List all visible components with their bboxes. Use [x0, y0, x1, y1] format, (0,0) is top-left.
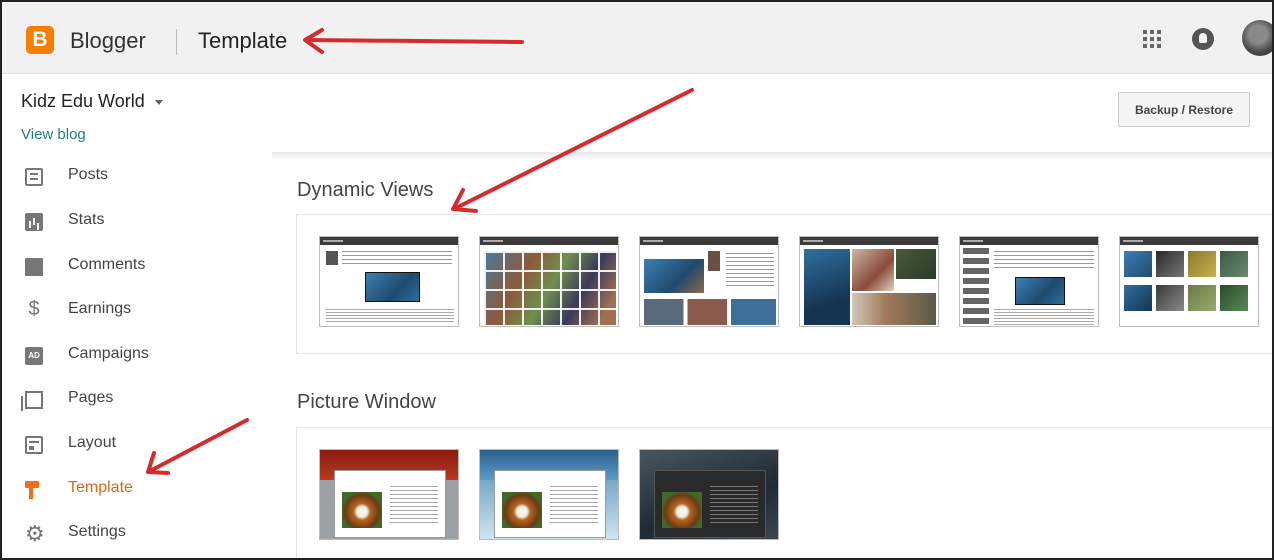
layout-icon: [25, 436, 43, 454]
sidebar-item-comments[interactable]: Comments: [2, 246, 262, 286]
comments-icon: [25, 258, 43, 276]
pages-icon: [21, 391, 43, 411]
sidebar-item-stats[interactable]: Stats: [2, 201, 262, 241]
sidebar-item-settings[interactable]: ⚙ Settings: [2, 513, 262, 553]
sidebar-item-label: Posts: [68, 166, 109, 183]
title-divider: [176, 29, 177, 55]
sidebar-item-pages[interactable]: Pages: [2, 379, 262, 419]
template-thumb-timeslide[interactable]: [1119, 236, 1259, 327]
campaigns-icon: AD: [25, 347, 43, 365]
view-blog-link[interactable]: View blog: [21, 126, 86, 143]
blogger-logo-icon[interactable]: B: [26, 26, 54, 54]
notifications-icon[interactable]: [1192, 28, 1214, 50]
sidebar-item-label: Stats: [68, 211, 105, 228]
blog-name-label: Kidz Edu World: [21, 91, 145, 111]
template-thumb-picture-window-red[interactable]: [319, 449, 459, 540]
annotation-arrow-dynamic-views: [452, 88, 694, 211]
template-thumb-magazine[interactable]: [799, 236, 939, 327]
section-title-picture-window: Picture Window: [297, 391, 436, 413]
annotation-arrow-dynamic-views-head: [451, 188, 478, 213]
apps-grid-icon[interactable]: [1143, 30, 1161, 48]
template-icon: [25, 481, 41, 499]
template-thumb-flipcard[interactable]: [639, 236, 779, 327]
sidebar-item-label: Pages: [68, 389, 114, 406]
sidebar-item-label: Comments: [68, 256, 146, 273]
sidebar-item-earnings[interactable]: $ Earnings: [2, 290, 262, 330]
sidebar-item-campaigns[interactable]: AD Campaigns: [2, 335, 262, 375]
blog-selector[interactable]: Kidz Edu World: [21, 91, 163, 112]
header-divider: [272, 152, 1272, 160]
page-title: Template: [198, 28, 288, 53]
sidebar-item-label: Layout: [68, 434, 117, 451]
sidebar-item-template[interactable]: Template: [2, 469, 262, 509]
brand-name[interactable]: Blogger: [70, 26, 146, 56]
stats-icon: [25, 213, 43, 231]
template-thumb-picture-window-blue[interactable]: [479, 449, 619, 540]
avatar[interactable]: [1242, 20, 1272, 56]
gear-icon: ⚙: [25, 521, 45, 546]
sidebar-item-label: Template: [68, 479, 133, 496]
template-thumb-mosaic[interactable]: [479, 236, 619, 327]
sidebar-item-label: Settings: [68, 523, 126, 540]
screenshot-frame: B Blogger Template Kidz Edu World View b…: [0, 0, 1274, 560]
section-title-dynamic-views: Dynamic Views: [297, 179, 434, 201]
sidebar-item-layout[interactable]: Layout: [2, 424, 262, 464]
sidebar-item-posts[interactable]: Posts: [2, 156, 262, 196]
sidebar-item-label: Campaigns: [68, 345, 149, 362]
posts-icon: [25, 168, 43, 186]
top-app-bar: B Blogger Template: [2, 2, 1272, 74]
template-thumb-classic[interactable]: [319, 236, 459, 327]
backup-restore-button[interactable]: Backup / Restore: [1118, 92, 1250, 127]
chevron-down-icon: [154, 99, 163, 105]
template-thumb-sidebar[interactable]: [959, 236, 1099, 327]
template-row-picture-window: [296, 427, 1272, 558]
template-thumb-picture-window-dark[interactable]: [639, 449, 779, 540]
dollar-icon: $: [28, 298, 40, 320]
template-row-dynamic-views: [296, 214, 1272, 354]
sidebar-item-label: Earnings: [68, 300, 132, 317]
